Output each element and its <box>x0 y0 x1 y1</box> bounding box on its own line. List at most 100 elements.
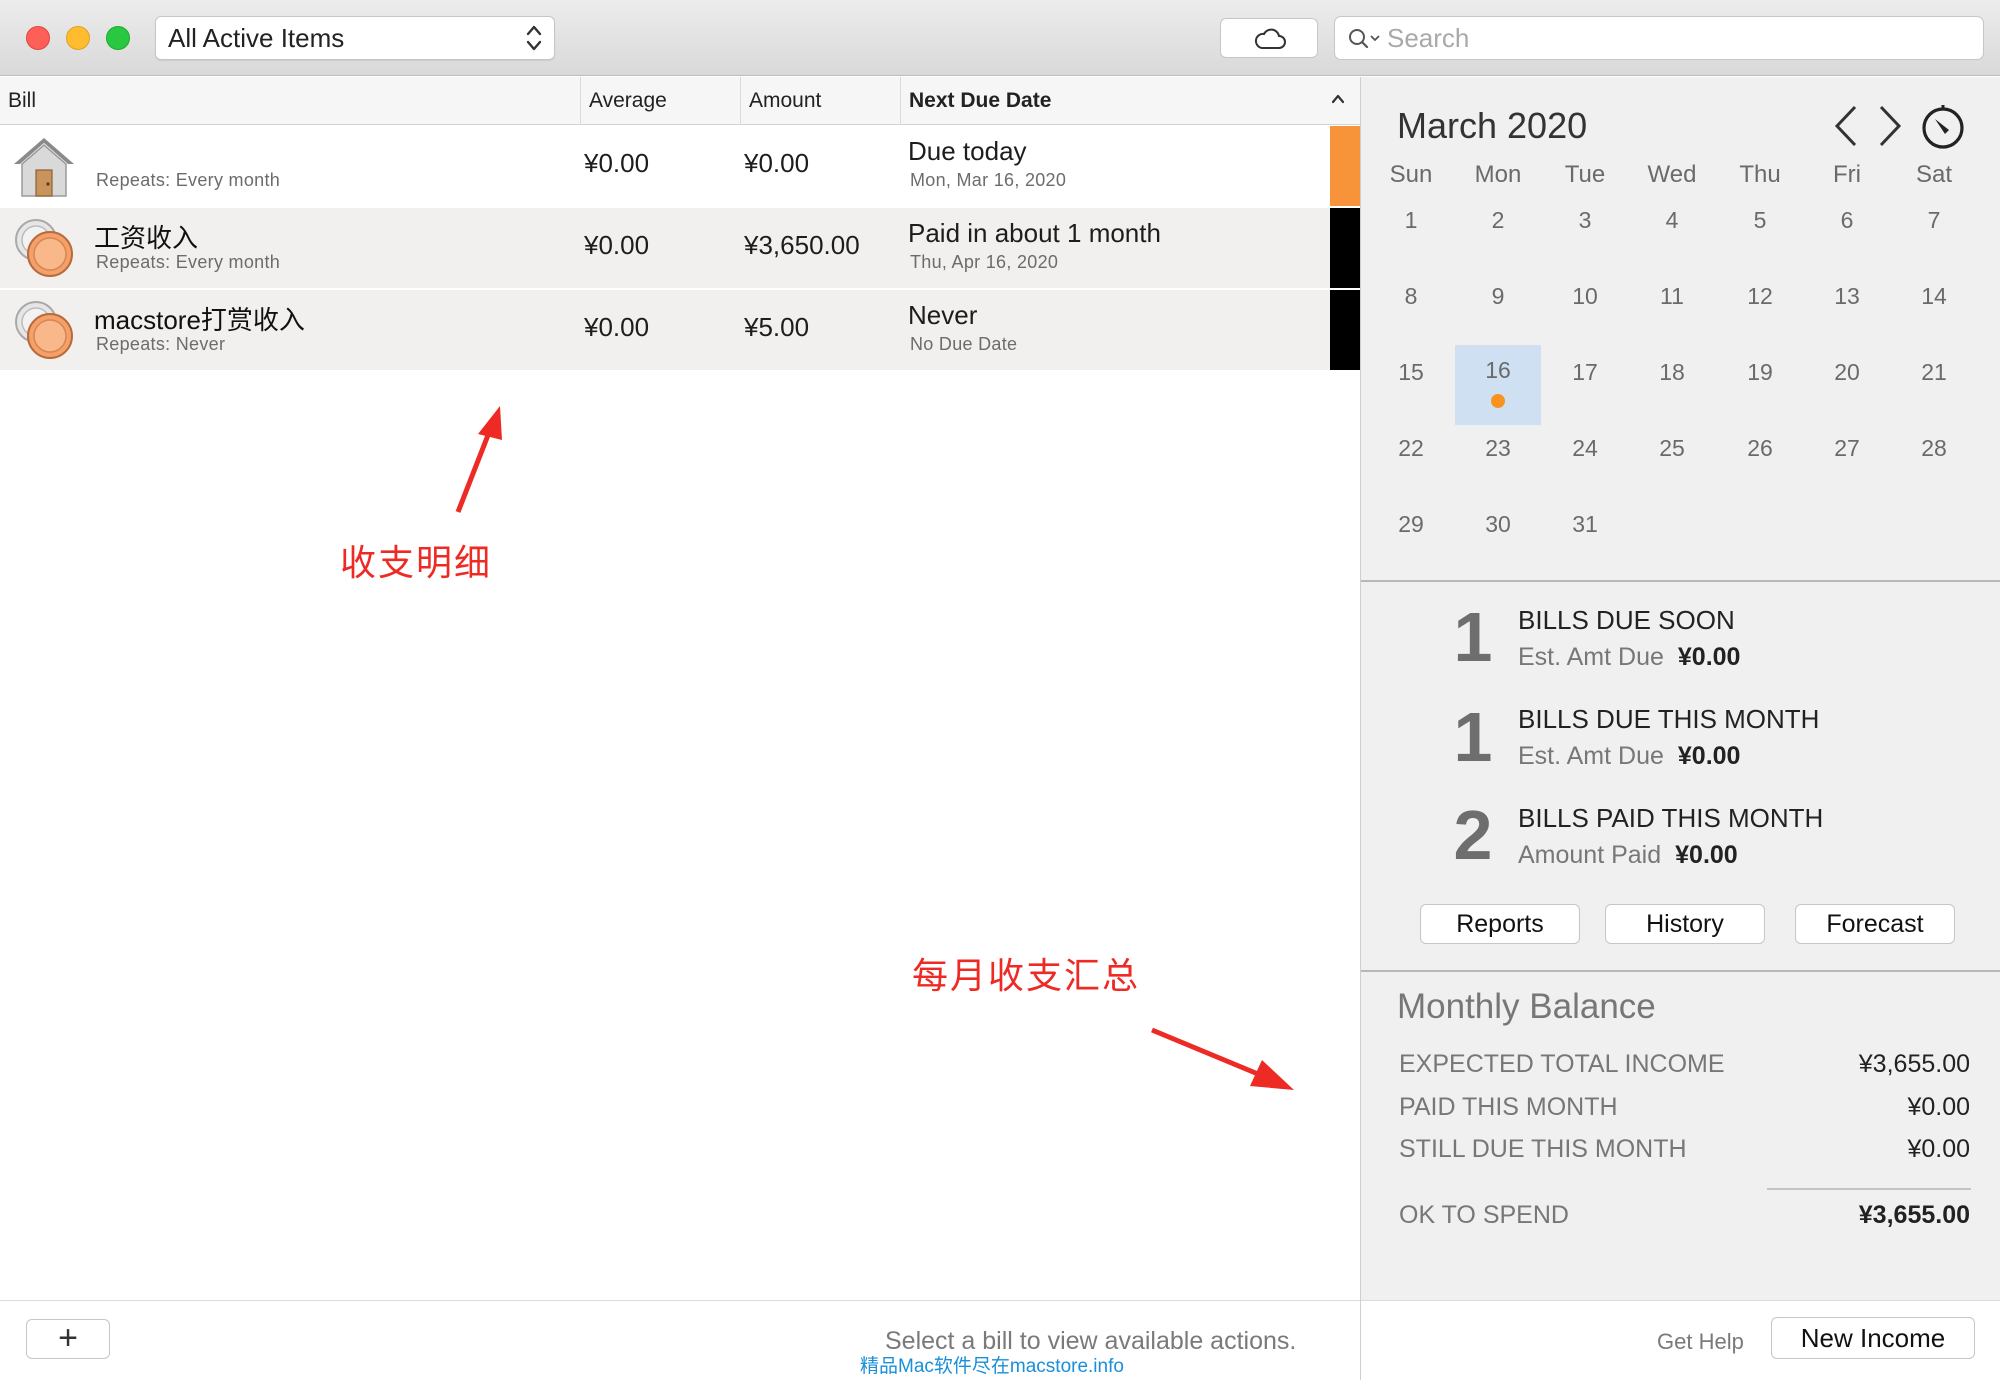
calendar-day[interactable]: 6 <box>1804 195 1890 271</box>
sort-ascending-icon[interactable] <box>1330 91 1346 107</box>
bill-row[interactable]: 工资收入 Repeats: Every month ¥0.00 ¥3,650.0… <box>0 208 1330 288</box>
calendar-day[interactable]: 10 <box>1542 271 1628 347</box>
toolbar: All Active Items <box>0 0 2000 76</box>
calendar-day[interactable]: 24 <box>1542 423 1628 499</box>
section-divider <box>1361 970 2000 972</box>
weekday-label: Mon <box>1474 161 1522 188</box>
status-indicator <box>1330 126 1360 206</box>
minimize-window-button[interactable] <box>66 26 90 50</box>
annotation-arrow-up-icon <box>455 406 502 513</box>
calendar-day[interactable]: 9 <box>1455 271 1541 347</box>
bill-due-date: Mon, Mar 16, 2020 <box>910 170 1067 190</box>
column-header-next-due-date[interactable]: Next Due Date <box>900 77 1330 125</box>
bill-due-status: Never <box>908 300 978 330</box>
calendar-day[interactable]: 29 <box>1368 499 1454 575</box>
calendar-day[interactable]: 3 <box>1542 195 1628 271</box>
monthly-balance-title: Monthly Balance <box>1397 987 1656 1026</box>
calendar-day[interactable]: 26 <box>1717 423 1803 499</box>
calendar-day[interactable]: 20 <box>1804 347 1890 423</box>
balance-label: EXPECTED TOTAL INCOME <box>1399 1050 1725 1078</box>
calendar-day[interactable]: 1 <box>1368 195 1454 271</box>
ok-to-spend-label: OK TO SPEND <box>1399 1201 1569 1229</box>
calendar-day[interactable]: 17 <box>1542 347 1628 423</box>
bill-name: 工资收入 <box>94 223 199 253</box>
bills-paid-month-amount: Amount Paid ¥0.00 <box>1518 841 1738 869</box>
bills-due-soon-title: BILLS DUE SOON <box>1518 605 1735 635</box>
bill-name: macstore打赏收入 <box>94 305 305 335</box>
chevron-left-icon[interactable] <box>1831 103 1861 149</box>
get-help-link[interactable]: Get Help <box>1657 1329 1744 1355</box>
history-button[interactable]: History <box>1605 904 1765 944</box>
calendar-day[interactable]: 5 <box>1717 195 1803 271</box>
total-divider <box>1767 1188 1971 1190</box>
calendar-day-selected[interactable]: 16 <box>1455 345 1541 425</box>
close-window-button[interactable] <box>26 26 50 50</box>
calendar-day[interactable]: 8 <box>1368 271 1454 347</box>
bills-due-month-count: 1 <box>1453 698 1493 776</box>
bill-repeats: Repeats: Never <box>96 334 226 354</box>
search-icon <box>1349 29 1380 49</box>
calendar-day[interactable]: 25 <box>1629 423 1715 499</box>
calendar-day[interactable]: 22 <box>1368 423 1454 499</box>
column-header-amount[interactable]: Amount <box>740 77 900 125</box>
calendar-day[interactable]: 11 <box>1629 271 1715 347</box>
bill-due-date: No Due Date <box>910 334 1018 354</box>
ok-to-spend-value: ¥3,655.00 <box>1858 1201 1970 1229</box>
balance-value: ¥0.00 <box>1907 1135 1970 1163</box>
column-header-bill[interactable]: Bill <box>0 77 580 125</box>
bills-due-month-title: BILLS DUE THIS MONTH <box>1518 704 1820 734</box>
calendar-day[interactable]: 18 <box>1629 347 1715 423</box>
calendar-day[interactable]: 19 <box>1717 347 1803 423</box>
calendar-day[interactable]: 12 <box>1717 271 1803 347</box>
balance-label: STILL DUE THIS MONTH <box>1399 1135 1687 1163</box>
calendar-day[interactable]: 30 <box>1455 499 1541 575</box>
chevron-right-icon[interactable] <box>1875 103 1905 149</box>
bills-due-soon-count: 1 <box>1453 598 1493 676</box>
calendar-day[interactable]: 31 <box>1542 499 1628 575</box>
calendar-day[interactable]: 27 <box>1804 423 1890 499</box>
bill-due-status: Due today <box>908 136 1027 166</box>
bill-due-status: Paid in about 1 month <box>908 218 1161 248</box>
reports-button[interactable]: Reports <box>1420 904 1580 944</box>
calendar-day[interactable]: 7 <box>1891 195 1977 271</box>
sync-button[interactable] <box>1220 18 1318 58</box>
bills-paid-month-count: 2 <box>1453 796 1493 874</box>
list-footer: + Select a bill to view available action… <box>0 1300 1360 1380</box>
bill-amount: ¥0.00 <box>744 148 810 178</box>
sidebar-panel: March 2020 Sun Mon Tue Wed Thu Fri Sat 1… <box>1360 77 2000 1380</box>
coins-icon <box>15 301 73 359</box>
watermark: 精品Mac软件尽在macstore.info <box>860 1356 1124 1377</box>
calendar-day[interactable]: 14 <box>1891 271 1977 347</box>
search-field[interactable] <box>1334 16 1984 60</box>
bill-repeats: Repeats: Every month <box>96 252 281 272</box>
annotation-summary-label: 每月收支汇总 <box>912 955 1141 996</box>
calendar-day[interactable]: 28 <box>1891 423 1977 499</box>
today-clock-icon[interactable] <box>1919 103 1967 151</box>
calendar-day[interactable]: 23 <box>1455 423 1541 499</box>
annotation-detail-label: 收支明细 <box>340 542 493 583</box>
calendar-day[interactable]: 21 <box>1891 347 1977 423</box>
weekday-label: Sun <box>1389 161 1433 188</box>
weekday-label: Wed <box>1647 161 1697 188</box>
bill-amount: ¥3,650.00 <box>744 230 860 260</box>
bill-average: ¥0.00 <box>584 148 650 178</box>
weekday-label: Thu <box>1739 161 1781 188</box>
calendar-day[interactable]: 13 <box>1804 271 1890 347</box>
zoom-window-button[interactable] <box>106 26 130 50</box>
calendar-day[interactable]: 15 <box>1368 347 1454 423</box>
bills-paid-month-title: BILLS PAID THIS MONTH <box>1518 803 1824 833</box>
bill-row[interactable]: Repeats: Every month ¥0.00 ¥0.00 Due tod… <box>0 126 1330 206</box>
new-income-button[interactable]: New Income <box>1771 1317 1975 1359</box>
add-bill-button[interactable]: + <box>26 1319 110 1359</box>
calendar-day[interactable]: 4 <box>1629 195 1715 271</box>
forecast-button[interactable]: Forecast <box>1795 904 1955 944</box>
filter-popup[interactable]: All Active Items <box>155 16 555 60</box>
calendar-day[interactable]: 2 <box>1455 195 1541 271</box>
panel-footer: Get Help New Income <box>1361 1300 2000 1380</box>
bill-row[interactable]: macstore打赏收入 Repeats: Never ¥0.00 ¥5.00 … <box>0 290 1330 370</box>
search-input[interactable] <box>1387 21 1967 55</box>
column-header-average[interactable]: Average <box>580 77 740 125</box>
bill-average: ¥0.00 <box>584 230 650 260</box>
calendar-day-number: 16 <box>1485 357 1511 383</box>
bill-amount: ¥5.00 <box>744 312 810 342</box>
